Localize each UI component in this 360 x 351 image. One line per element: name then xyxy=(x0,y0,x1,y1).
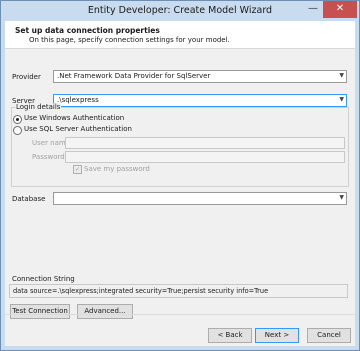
connection-string-label: Connection String xyxy=(12,275,75,283)
back-button[interactable]: < Back xyxy=(208,328,252,343)
chevron-down-icon: ▼ xyxy=(339,194,344,201)
save-password-label: Save my password xyxy=(84,165,150,173)
cancel-button[interactable]: Cancel xyxy=(307,328,351,343)
checkmark-icon: ✓ xyxy=(74,166,81,173)
server-value: .\sqlexpress xyxy=(57,96,99,104)
next-button[interactable]: Next > xyxy=(255,328,299,343)
sql-auth-label[interactable]: Use SQL Server Authentication xyxy=(24,125,132,133)
provider-select[interactable]: .Net Framework Data Provider for SqlServ… xyxy=(53,70,347,83)
sql-auth-radio[interactable] xyxy=(13,126,22,135)
chevron-down-icon: ▼ xyxy=(339,72,344,79)
test-connection-button[interactable]: Test Connection xyxy=(10,304,70,319)
password-label: Password xyxy=(32,153,65,161)
minimize-button[interactable]: — xyxy=(303,1,323,18)
connection-string-box[interactable]: data source=.\sqlexpress;integrated secu… xyxy=(9,284,348,298)
login-details-label: Login details xyxy=(15,103,62,111)
wizard-window: Entity Developer: Create Model Wizard — … xyxy=(0,0,360,351)
advanced-button[interactable]: Advanced... xyxy=(77,304,133,319)
database-label: Database xyxy=(12,195,46,203)
user-name-field[interactable] xyxy=(65,137,345,149)
windows-auth-label[interactable]: Use Windows Authentication xyxy=(24,114,124,122)
windows-auth-radio[interactable] xyxy=(13,115,22,124)
chevron-down-icon: ▼ xyxy=(339,96,344,103)
footer-divider xyxy=(5,314,355,315)
provider-value: .Net Framework Data Provider for SqlServ… xyxy=(57,72,211,80)
title-bar[interactable]: Entity Developer: Create Model Wizard — … xyxy=(1,1,359,21)
database-select[interactable]: ▼ xyxy=(53,192,347,205)
page-subtitle: On this page, specify connection setting… xyxy=(29,36,230,44)
save-password-checkbox[interactable]: ✓ xyxy=(73,165,82,174)
login-details-group: Login details Use Windows Authentication… xyxy=(11,103,349,187)
wizard-body: Set up data connection properties On thi… xyxy=(5,21,355,346)
password-field[interactable] xyxy=(65,151,345,163)
page-header: Set up data connection properties On thi… xyxy=(5,21,355,49)
connection-string-value: data source=.\sqlexpress;integrated secu… xyxy=(13,287,269,295)
page-title: Set up data connection properties xyxy=(15,26,160,35)
provider-label: Provider xyxy=(12,73,41,81)
server-combobox[interactable]: .\sqlexpress ▼ xyxy=(53,94,347,107)
close-button[interactable]: ✕ xyxy=(323,1,357,18)
